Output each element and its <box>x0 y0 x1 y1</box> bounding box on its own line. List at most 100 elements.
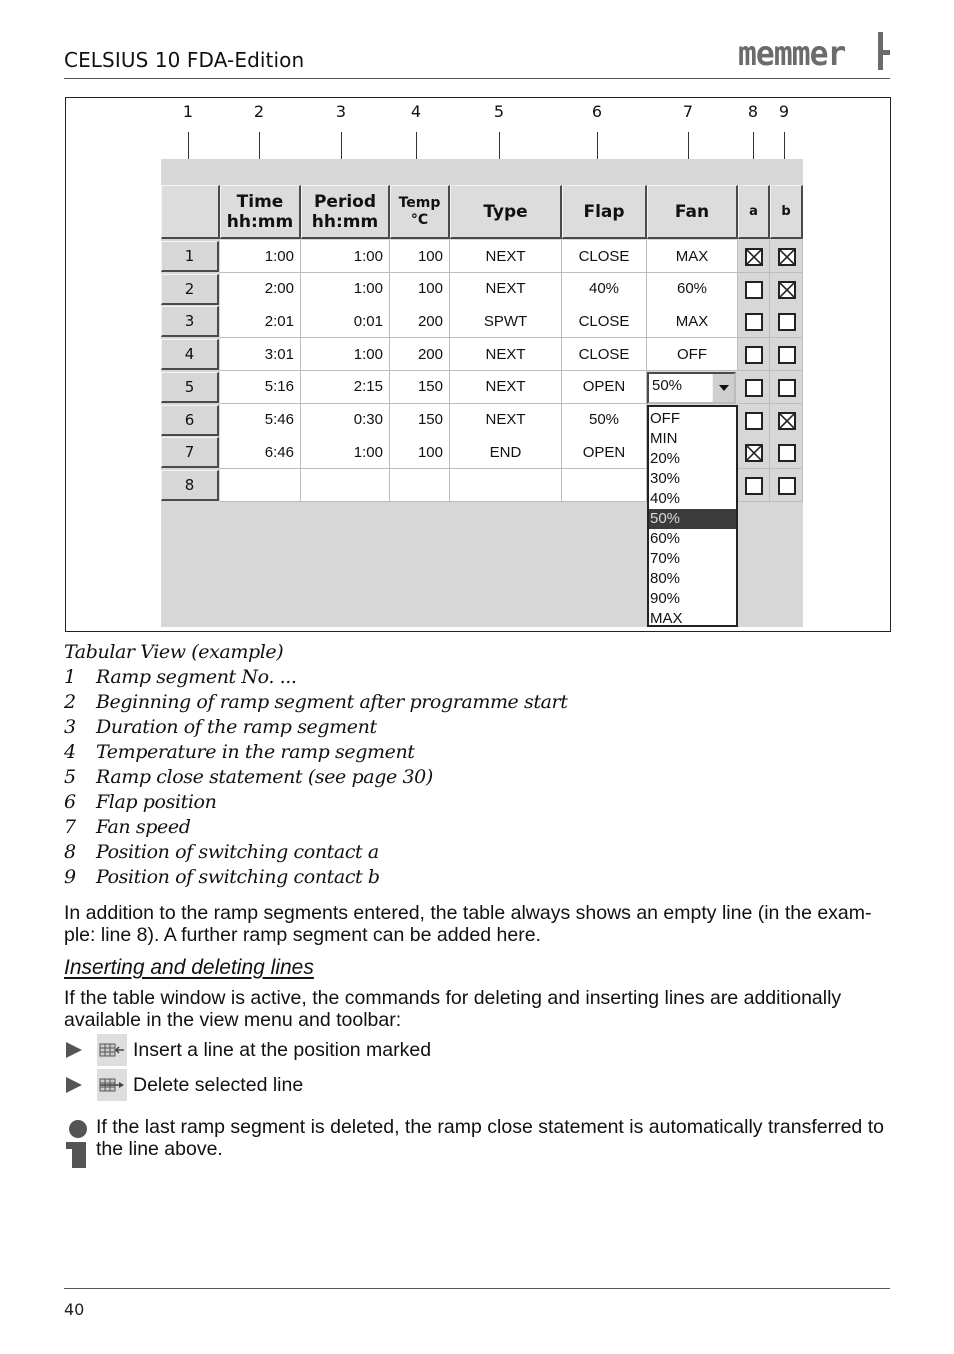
cell-temp[interactable]: 100 <box>390 436 450 470</box>
cell-type[interactable]: NEXT <box>450 240 562 273</box>
column-header-a[interactable]: a <box>738 185 770 239</box>
column-header-b[interactable]: b <box>770 185 803 239</box>
cell-period[interactable]: 0:30 <box>301 403 390 437</box>
table-row[interactable]: 5 5:16 2:15 150 NEXT OPEN 50% <box>161 370 803 404</box>
contact-b-checkbox[interactable] <box>778 313 796 332</box>
cell-type[interactable]: END <box>450 436 562 470</box>
cell-period[interactable]: 0:01 <box>301 305 390 339</box>
cell-flap[interactable]: CLOSE <box>562 338 647 372</box>
cell-fan[interactable]: MAX <box>647 240 738 273</box>
row-number-button[interactable]: 6 <box>161 404 219 436</box>
cell-temp[interactable]: 100 <box>390 240 450 273</box>
fan-option[interactable]: OFF <box>649 409 736 429</box>
dropdown-arrow-button[interactable] <box>712 373 734 402</box>
row-number-button[interactable]: 2 <box>161 273 219 305</box>
contact-b-checkbox[interactable] <box>778 476 796 495</box>
cell-type[interactable]: NEXT <box>450 403 562 437</box>
cell-fan[interactable]: MAX <box>647 305 738 339</box>
contact-a-checkbox-checked[interactable] <box>745 444 763 463</box>
cell-type[interactable]: NEXT <box>450 338 562 372</box>
column-header-fan[interactable]: Fan <box>647 185 738 239</box>
fan-option[interactable]: 50% <box>649 509 736 529</box>
cell-temp[interactable] <box>390 468 450 502</box>
contact-a-checkbox-checked[interactable] <box>745 248 763 266</box>
contact-b-checkbox-checked[interactable] <box>778 411 796 430</box>
cell-time[interactable] <box>220 468 301 502</box>
fan-option[interactable]: 40% <box>649 489 736 509</box>
row-number-button[interactable]: 3 <box>161 306 219 338</box>
row-number-button[interactable]: 1 <box>161 241 219 272</box>
fan-option[interactable]: 80% <box>649 569 736 589</box>
insert-line-icon[interactable] <box>97 1034 127 1066</box>
cell-flap[interactable]: 40% <box>562 272 647 306</box>
cell-time[interactable]: 2:00 <box>220 272 301 306</box>
cell-flap[interactable]: 50% <box>562 403 647 437</box>
cell-flap[interactable]: OPEN <box>562 370 647 404</box>
cell-period[interactable] <box>301 468 390 502</box>
fan-option[interactable]: MIN <box>649 429 736 449</box>
table-row[interactable]: 2 2:00 1:00 100 NEXT 40% 60% <box>161 272 803 306</box>
cell-temp[interactable]: 200 <box>390 338 450 372</box>
fan-option[interactable]: MAX <box>649 609 736 629</box>
cell-flap[interactable]: OPEN <box>562 436 647 470</box>
cell-temp[interactable]: 150 <box>390 370 450 404</box>
column-header-label: Type <box>483 201 528 222</box>
cell-temp[interactable]: 100 <box>390 272 450 306</box>
contact-a-checkbox[interactable] <box>745 280 763 299</box>
fan-option[interactable]: 70% <box>649 549 736 569</box>
contact-b-checkbox[interactable] <box>778 378 796 397</box>
cell-time[interactable]: 5:46 <box>220 403 301 437</box>
table-row[interactable]: 3 2:01 0:01 200 SPWT CLOSE MAX <box>161 305 803 339</box>
cell-type[interactable]: SPWT <box>450 305 562 339</box>
cell-type[interactable]: NEXT <box>450 272 562 306</box>
cell-flap[interactable] <box>562 468 647 502</box>
cell-time[interactable]: 3:01 <box>220 338 301 372</box>
bullet-label: Delete selected line <box>133 1073 304 1096</box>
cell-period[interactable]: 1:00 <box>301 240 390 273</box>
contact-b-checkbox-checked[interactable] <box>778 280 796 299</box>
cell-fan[interactable]: 60% <box>647 272 738 306</box>
fan-option[interactable]: 90% <box>649 589 736 609</box>
fan-option[interactable]: 30% <box>649 469 736 489</box>
fan-option[interactable]: 60% <box>649 529 736 549</box>
cell-period[interactable]: 1:00 <box>301 272 390 306</box>
column-header-period[interactable]: Period hh:mm <box>301 185 390 239</box>
cell-time[interactable]: 6:46 <box>220 436 301 470</box>
callout-number: 5 <box>493 102 505 121</box>
column-header-type[interactable]: Type <box>450 185 562 239</box>
column-header-flap[interactable]: Flap <box>562 185 647 239</box>
contact-b-checkbox[interactable] <box>778 444 796 463</box>
contact-b-checkbox[interactable] <box>778 346 796 365</box>
cell-time[interactable]: 2:01 <box>220 305 301 339</box>
row-number-button[interactable]: 7 <box>161 437 219 469</box>
column-header-temp[interactable]: Temp °C <box>390 185 450 239</box>
table-row[interactable]: 4 3:01 1:00 200 NEXT CLOSE OFF <box>161 338 803 372</box>
contact-a-checkbox[interactable] <box>745 346 763 365</box>
table-row[interactable]: 1 1:00 1:00 100 NEXT CLOSE MAX <box>161 240 803 273</box>
contact-a-checkbox[interactable] <box>745 476 763 495</box>
delete-line-icon[interactable] <box>97 1069 127 1101</box>
cell-time[interactable]: 1:00 <box>220 240 301 273</box>
column-header-time[interactable]: Time hh:mm <box>220 185 301 239</box>
cell-type[interactable] <box>450 468 562 502</box>
cell-period[interactable]: 1:00 <box>301 338 390 372</box>
row-number-button[interactable]: 5 <box>161 371 219 403</box>
cell-time[interactable]: 5:16 <box>220 370 301 404</box>
cell-fan[interactable]: OFF <box>647 338 738 372</box>
row-number-button[interactable]: 4 <box>161 339 219 371</box>
cell-flap[interactable]: CLOSE <box>562 240 647 273</box>
cell-period[interactable]: 2:15 <box>301 370 390 404</box>
contact-a-checkbox[interactable] <box>745 378 763 397</box>
contact-a-checkbox[interactable] <box>745 411 763 430</box>
column-header-row-number[interactable] <box>161 185 220 239</box>
cell-flap[interactable]: CLOSE <box>562 305 647 339</box>
contact-a-checkbox[interactable] <box>745 313 763 332</box>
fan-option[interactable]: 20% <box>649 449 736 469</box>
cell-period[interactable]: 1:00 <box>301 436 390 470</box>
fan-dropdown[interactable]: 50% <box>647 371 736 404</box>
cell-type[interactable]: NEXT <box>450 370 562 404</box>
cell-temp[interactable]: 200 <box>390 305 450 339</box>
cell-temp[interactable]: 150 <box>390 403 450 437</box>
contact-b-checkbox-checked[interactable] <box>778 248 796 266</box>
row-number-button[interactable]: 8 <box>161 469 219 501</box>
